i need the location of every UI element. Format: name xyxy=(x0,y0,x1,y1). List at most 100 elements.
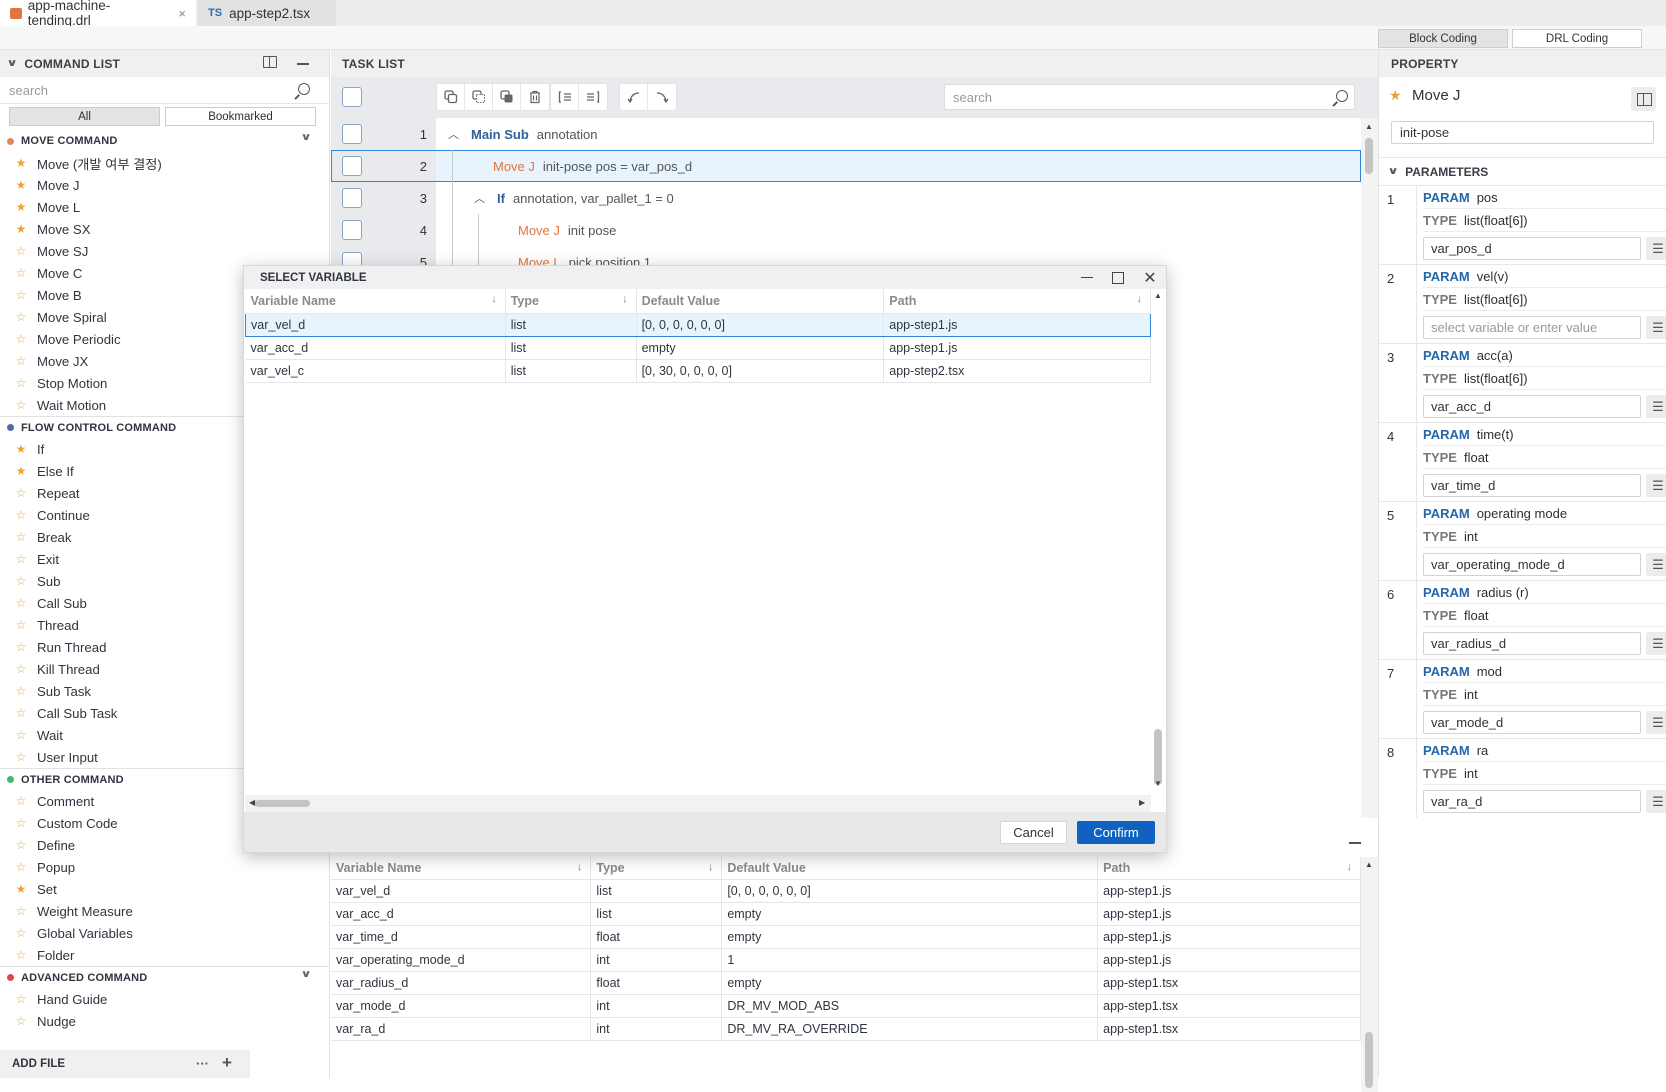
command-item[interactable]: ☆ Hand Guide xyxy=(0,988,330,1010)
filter-bookmarked-button[interactable]: Bookmarked xyxy=(165,107,316,126)
star-filled-icon[interactable]: ★ xyxy=(1389,87,1402,104)
section-header[interactable]: MOVE COMMAND ∨ xyxy=(0,130,330,152)
command-item[interactable]: ☆ Weight Measure xyxy=(0,900,330,922)
star-outline-icon[interactable]: ☆ xyxy=(15,794,27,808)
scroll-up-icon[interactable]: ▲ xyxy=(1365,860,1373,869)
scroll-up-icon[interactable]: ▲ xyxy=(1365,122,1373,131)
command-item[interactable]: ☆ Nudge xyxy=(0,1010,330,1032)
parameter-value-input[interactable] xyxy=(1423,395,1641,418)
minimize-icon[interactable] xyxy=(297,63,309,65)
star-filled-icon[interactable]: ★ xyxy=(15,156,27,170)
tab-app-machine-tending[interactable]: app-machine-tending.drl × xyxy=(0,0,196,28)
tab-app-step2[interactable]: TS app-step2.tsx xyxy=(198,0,336,26)
row-checkbox[interactable] xyxy=(342,124,362,144)
star-outline-icon[interactable]: ☆ xyxy=(15,992,27,1006)
star-filled-icon[interactable]: ★ xyxy=(15,882,27,896)
star-filled-icon[interactable]: ★ xyxy=(15,222,27,236)
sort-arrow-icon[interactable]: ↓ xyxy=(622,293,628,305)
copy-filled-icon[interactable] xyxy=(493,84,521,110)
star-outline-icon[interactable]: ☆ xyxy=(15,376,27,390)
scroll-thumb[interactable] xyxy=(1365,1032,1373,1088)
variables-scrollbar[interactable]: ▲ xyxy=(1361,857,1378,1092)
task-row[interactable]: 2 Move J init-pose pos = var_pos_d xyxy=(331,150,1361,182)
minimize-icon[interactable] xyxy=(1349,842,1361,844)
command-item[interactable]: ☆ Popup xyxy=(0,856,330,878)
parameter-value-input[interactable] xyxy=(1423,474,1641,497)
variable-list-icon[interactable]: ☰ xyxy=(1646,474,1666,497)
command-item[interactable]: ★ Move J xyxy=(0,174,330,196)
command-item[interactable]: ☆ Folder xyxy=(0,944,330,966)
star-outline-icon[interactable]: ☆ xyxy=(15,904,27,918)
column-header[interactable]: Type ↓ xyxy=(505,289,637,314)
scroll-thumb[interactable] xyxy=(255,800,310,807)
star-outline-icon[interactable]: ☆ xyxy=(15,508,27,522)
filter-all-button[interactable]: All xyxy=(9,107,160,126)
column-header[interactable]: Variable Name ↓ xyxy=(245,289,506,314)
star-outline-icon[interactable]: ☆ xyxy=(15,398,27,412)
outdent-icon[interactable] xyxy=(551,84,579,110)
sort-arrow-icon[interactable]: ↓ xyxy=(708,861,714,873)
command-item[interactable]: ★ Move (개발 여부 결정) xyxy=(0,152,330,174)
sort-arrow-icon[interactable]: ↓ xyxy=(577,861,583,873)
cancel-button[interactable]: Cancel xyxy=(1000,821,1067,844)
trash-icon[interactable] xyxy=(521,84,549,110)
scroll-up-icon[interactable]: ▲ xyxy=(1154,291,1162,300)
star-outline-icon[interactable]: ☆ xyxy=(15,530,27,544)
sort-arrow-icon[interactable]: ↓ xyxy=(1347,861,1353,873)
indent-icon[interactable] xyxy=(579,84,607,110)
manual-book-icon[interactable] xyxy=(263,56,277,68)
star-filled-icon[interactable]: ★ xyxy=(15,200,27,214)
variable-list-icon[interactable]: ☰ xyxy=(1646,237,1666,260)
maximize-icon[interactable] xyxy=(1106,266,1130,289)
confirm-button[interactable]: Confirm xyxy=(1077,821,1155,844)
star-filled-icon[interactable]: ★ xyxy=(15,442,27,456)
column-header[interactable]: Variable Name ↓ xyxy=(331,857,592,880)
table-row[interactable]: var_vel_c list [0, 30, 0, 0, 0, 0] app-step… xyxy=(245,359,1151,383)
select-all-checkbox[interactable] xyxy=(342,87,362,107)
scroll-down-icon[interactable]: ▼ xyxy=(1154,779,1162,788)
star-outline-icon[interactable]: ☆ xyxy=(15,750,27,764)
column-header[interactable]: Default Value xyxy=(721,857,1099,880)
table-row[interactable]: var_vel_d list [0, 0, 0, 0, 0, 0] app-step1… xyxy=(245,312,1151,337)
plus-icon[interactable]: + xyxy=(222,1053,232,1073)
table-row[interactable]: var_acc_d list empty app-step1.js xyxy=(245,336,1151,360)
star-outline-icon[interactable]: ☆ xyxy=(15,266,27,280)
search-icon[interactable] xyxy=(298,83,310,95)
dialog-vertical-scrollbar[interactable]: ▲ ▼ xyxy=(1151,289,1166,795)
close-icon[interactable]: ✕ xyxy=(1138,266,1162,289)
search-icon[interactable] xyxy=(1336,90,1348,102)
scroll-thumb[interactable] xyxy=(1365,138,1373,174)
sort-arrow-icon[interactable]: ↓ xyxy=(1137,293,1143,305)
copy-dashed-icon[interactable] xyxy=(465,84,493,110)
star-outline-icon[interactable]: ☆ xyxy=(15,640,27,654)
table-row[interactable]: var_mode_d int DR_MV_MOD_ABS app-step1.tsx xyxy=(331,994,1361,1018)
star-outline-icon[interactable]: ☆ xyxy=(15,860,27,874)
table-row[interactable]: var_vel_d list [0, 0, 0, 0, 0, 0] app-step1… xyxy=(331,879,1361,903)
star-outline-icon[interactable]: ☆ xyxy=(15,618,27,632)
parameter-value-input[interactable] xyxy=(1423,237,1641,260)
star-outline-icon[interactable]: ☆ xyxy=(15,948,27,962)
command-name-input[interactable] xyxy=(1391,121,1654,144)
star-outline-icon[interactable]: ☆ xyxy=(15,552,27,566)
undo-icon[interactable] xyxy=(620,84,648,110)
chevron-down-icon[interactable]: ∨ xyxy=(1387,166,1398,177)
command-item[interactable]: ☆ Move SJ xyxy=(0,240,330,262)
star-outline-icon[interactable]: ☆ xyxy=(15,706,27,720)
scroll-thumb[interactable] xyxy=(1154,729,1162,785)
star-outline-icon[interactable]: ☆ xyxy=(15,816,27,830)
star-outline-icon[interactable]: ☆ xyxy=(15,486,27,500)
redo-icon[interactable] xyxy=(648,84,676,110)
parameter-value-input[interactable] xyxy=(1423,553,1641,576)
star-outline-icon[interactable]: ☆ xyxy=(15,662,27,676)
table-row[interactable]: var_operating_mode_d int 1 app-step1.js xyxy=(331,948,1361,972)
variable-list-icon[interactable]: ☰ xyxy=(1646,553,1666,576)
star-outline-icon[interactable]: ☆ xyxy=(15,1014,27,1028)
variable-list-icon[interactable]: ☰ xyxy=(1646,711,1666,734)
star-outline-icon[interactable]: ☆ xyxy=(15,728,27,742)
close-icon[interactable]: × xyxy=(178,6,186,21)
row-checkbox[interactable] xyxy=(342,188,362,208)
column-header[interactable]: Default Value xyxy=(636,289,885,314)
star-outline-icon[interactable]: ☆ xyxy=(15,310,27,324)
block-coding-button[interactable]: Block Coding xyxy=(1378,29,1508,48)
dialog-horizontal-scrollbar[interactable]: ◀ ▶ xyxy=(245,795,1151,812)
